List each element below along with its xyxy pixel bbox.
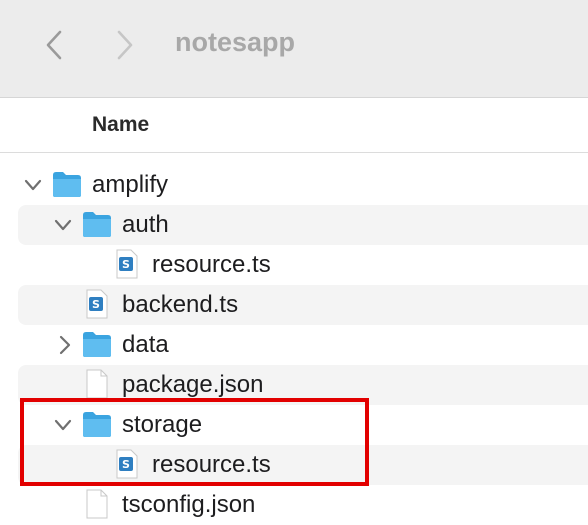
svg-text:S: S [122,258,130,271]
folder-icon [83,332,111,357]
file-name: data [122,331,169,358]
file-name: auth [122,211,169,238]
forward-button[interactable] [112,28,138,62]
column-header-name[interactable]: Name [92,113,149,137]
file-name: tsconfig.json [122,491,256,518]
folder-icon [53,172,81,197]
window-title: notesapp [175,27,296,57]
typescript-file-icon: S [116,449,138,479]
file-name: resource.ts [152,451,271,478]
folder-icon [83,212,111,237]
file-name: resource.ts [152,251,271,278]
list-item[interactable]: tsconfig.json [18,485,588,525]
back-button[interactable] [41,28,67,62]
typescript-file-icon: S [86,289,108,319]
list-item[interactable]: auth [18,205,588,245]
chevron-down-icon[interactable] [23,174,43,196]
file-name: storage [122,411,203,438]
chevron-down-icon[interactable] [53,214,73,236]
list-item[interactable]: S resource.ts [18,445,588,485]
finder-toolbar: notesapp [0,0,588,98]
list-item[interactable]: amplify [18,165,588,205]
list-item[interactable]: S resource.ts [18,245,588,285]
list-item[interactable]: package.json [18,365,588,405]
list-item[interactable]: S backend.ts [18,285,588,325]
folder-icon [83,412,111,437]
column-header: Name [0,99,588,153]
chevron-down-icon[interactable] [53,414,73,436]
chevron-right-icon[interactable] [55,334,75,356]
typescript-file-icon: S [116,249,138,279]
svg-text:S: S [122,458,130,471]
document-icon [86,369,108,399]
list-item[interactable]: data [18,325,588,365]
file-name: backend.ts [122,291,239,318]
file-name: amplify [92,171,169,198]
list-item[interactable]: storage [18,405,588,445]
document-icon [86,489,108,519]
svg-text:S: S [92,298,100,311]
file-name: package.json [122,371,264,398]
chevron-right-icon [117,30,133,60]
chevron-left-icon [46,30,62,60]
